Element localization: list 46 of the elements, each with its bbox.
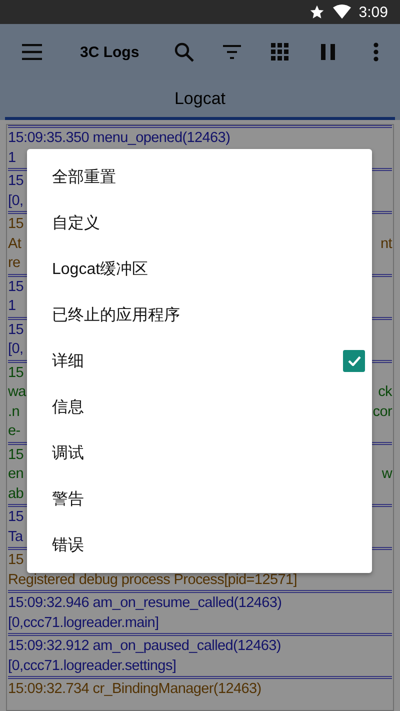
log-text: 15:09:32.946 am_on_resume_called(12463) (8, 594, 282, 613)
log-text: .n (8, 402, 20, 422)
log-text: [0,ccc71.logreader.main] (8, 614, 159, 632)
log-text: 15 (8, 215, 24, 234)
log-text: en (8, 465, 24, 484)
log-text: 1 (8, 148, 16, 168)
log-text: 15 (8, 320, 24, 340)
log-text: Ta (8, 528, 23, 546)
clock-time: 3:09 (358, 4, 388, 20)
menu-item[interactable]: 警告 (27, 476, 372, 522)
log-text: At (8, 234, 22, 254)
log-text: [0, (8, 192, 24, 210)
log-text: 15:09:35.350 menu_opened(12463) (8, 129, 230, 148)
log-text: 15:09:32.734 cr_BindingManager(12463) (8, 680, 262, 699)
log-text: re (8, 254, 20, 273)
menu-item[interactable]: Logcat缓冲区 (27, 246, 372, 292)
log-text: [0, (8, 340, 24, 359)
log-text: w (382, 465, 392, 484)
log-text: 1 (8, 297, 16, 316)
log-text: nt (380, 234, 392, 254)
log-text: 15 (8, 446, 24, 464)
log-text: cor (372, 402, 392, 422)
log-text: 15 (8, 172, 24, 191)
log-text: ab (8, 484, 24, 504)
menu-item[interactable]: 调试 (27, 430, 372, 476)
log-text: 15 (8, 278, 24, 296)
log-text: [0,ccc71.logreader.settings] (8, 656, 176, 676)
log-text: 15 (8, 551, 24, 570)
menu-item[interactable]: 错误 (27, 522, 372, 568)
checkmark-icon (348, 356, 360, 366)
menu-item[interactable]: 详细 (27, 338, 372, 384)
log-text: 15:09:32.912 am_on_paused_called(12463) (8, 637, 281, 656)
checkbox[interactable] (343, 350, 365, 372)
log-text: Registered debug process Process[pid=12571] (8, 570, 297, 590)
wifi-icon (332, 4, 351, 20)
log-text: wa (8, 383, 26, 402)
menu-item[interactable]: 自定义 (27, 200, 372, 246)
log-text: 15 (8, 364, 24, 382)
log-text: e- (8, 422, 20, 441)
menu-item[interactable]: 全部重置 (27, 154, 372, 200)
star-icon (308, 4, 325, 20)
app-title: 3C Logs (80, 44, 140, 60)
log-text: 15 (8, 508, 24, 527)
menu-item[interactable]: 信息 (27, 384, 372, 430)
menu-item[interactable]: 已终止的应用程序 (27, 292, 372, 338)
log-text: ck (378, 383, 392, 402)
